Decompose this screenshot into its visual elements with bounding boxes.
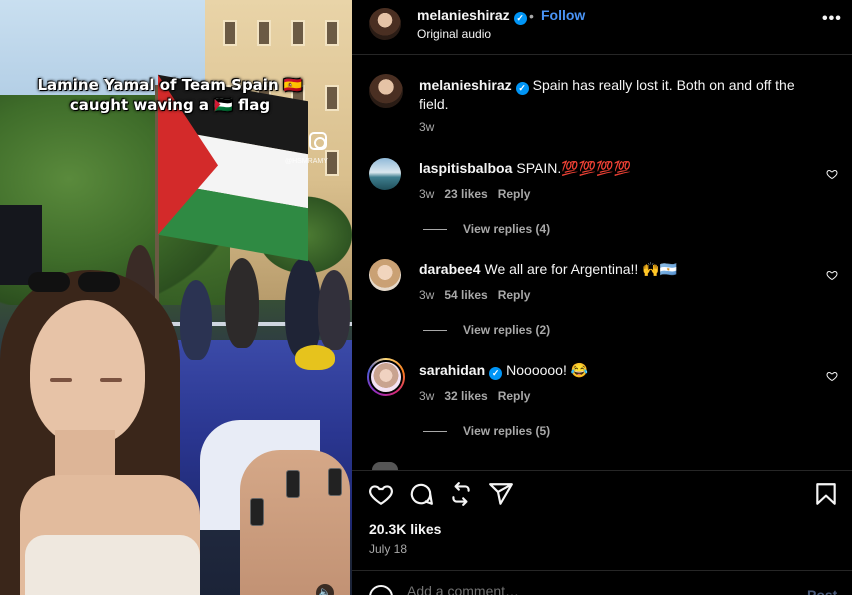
comment-meta: 3w 54 likes Reply — [419, 288, 540, 302]
comment-username[interactable]: sarahidan — [419, 362, 485, 378]
view-replies-button[interactable]: View replies (2) — [423, 323, 550, 337]
verified-icon: ✓ — [489, 367, 503, 380]
post-header: melanieshiraz ✓ • Follow Original audio •… — [352, 0, 852, 55]
follow-button[interactable]: Follow — [541, 7, 585, 23]
comment-body: Noooooo! 😂 — [506, 362, 589, 378]
comment-likes[interactable]: 23 likes — [444, 187, 487, 201]
comment-username[interactable]: darabee4 — [419, 261, 480, 277]
sunglasses-icon — [28, 272, 123, 294]
header-username-text[interactable]: melanieshiraz — [417, 7, 510, 23]
post-media[interactable]: Lamine Yamal of Team Spain 🇪🇸 caught wav… — [0, 0, 352, 595]
story-ring[interactable] — [367, 358, 405, 396]
reply-button[interactable]: Reply — [498, 389, 531, 403]
creator-overlay — [0, 270, 210, 595]
avatar[interactable] — [369, 360, 403, 394]
emoji-icon[interactable] — [369, 585, 393, 595]
comment-time[interactable]: 3w — [419, 389, 434, 403]
view-replies-label[interactable]: View replies (5) — [463, 424, 550, 438]
view-replies-label[interactable]: View replies (4) — [463, 222, 550, 236]
comment-time[interactable]: 3w — [419, 288, 434, 302]
share-icon[interactable] — [488, 481, 514, 507]
post-comment-button[interactable]: Post — [807, 587, 837, 595]
comment-text: laspitisbalboa SPAIN.💯💯💯💯 — [419, 159, 819, 178]
comment-input[interactable] — [407, 583, 787, 595]
phone-icon — [250, 498, 264, 526]
post-panel: melanieshiraz ✓ • Follow Original audio •… — [352, 0, 852, 595]
phone-icon — [286, 470, 300, 498]
comment-likes[interactable]: 54 likes — [444, 288, 487, 302]
separator-dot: • — [529, 8, 534, 24]
video-caption: Lamine Yamal of Team Spain 🇪🇸 caught wav… — [10, 75, 330, 115]
comment-likes[interactable]: 32 likes — [444, 389, 487, 403]
comment-body: SPAIN.💯💯💯💯 — [516, 160, 631, 176]
avatar — [372, 462, 398, 470]
mute-icon[interactable]: 🔈 — [316, 584, 334, 595]
heart-icon[interactable] — [368, 481, 394, 507]
verified-icon: ✓ — [515, 82, 529, 95]
comment-text: sarahidan ✓ Noooooo! 😂 — [419, 361, 819, 380]
avatar[interactable] — [369, 158, 401, 190]
add-comment-bar: Post — [352, 570, 852, 595]
comment-body: We all are for Argentina!! 🙌🇦🇷 — [484, 261, 678, 277]
video-caption-line2: caught waving a 🇵🇸 flag — [69, 96, 271, 114]
like-comment-heart-icon[interactable] — [826, 370, 838, 382]
original-audio-link[interactable]: Original audio — [417, 27, 491, 41]
caption-time[interactable]: 3w — [419, 120, 434, 134]
like-comment-heart-icon[interactable] — [826, 168, 838, 180]
view-replies-button[interactable]: View replies (5) — [423, 424, 550, 438]
more-options-icon[interactable]: ••• — [822, 10, 842, 28]
comment-text: darabee4 We all are for Argentina!! 🙌🇦🇷 — [419, 260, 819, 279]
video-caption-line1: Lamine Yamal of Team Spain 🇪🇸 — [37, 76, 303, 94]
caption-text: melanieshiraz ✓ Spain has really lost it. … — [419, 76, 819, 114]
comment-icon[interactable] — [408, 481, 434, 507]
like-comment-heart-icon[interactable] — [826, 269, 838, 281]
avatar[interactable] — [369, 259, 401, 291]
avatar[interactable] — [369, 74, 403, 108]
view-replies-button[interactable]: View replies (4) — [423, 222, 550, 236]
comment-username[interactable]: laspitisbalboa — [419, 160, 512, 176]
reply-button[interactable]: Reply — [498, 187, 531, 201]
likes-count[interactable]: 20.3K likes — [369, 521, 441, 537]
post-date[interactable]: July 18 — [369, 542, 407, 556]
header-username[interactable]: melanieshiraz ✓ — [417, 7, 527, 25]
view-replies-label[interactable]: View replies (2) — [463, 323, 550, 337]
comment-time[interactable]: 3w — [419, 187, 434, 201]
bookmark-icon[interactable] — [813, 481, 839, 507]
action-bar — [352, 470, 852, 515]
avatar[interactable] — [369, 8, 401, 40]
caption-username[interactable]: melanieshiraz — [419, 77, 512, 93]
verified-icon: ✓ — [513, 12, 527, 25]
caption-meta: 3w — [419, 120, 444, 134]
repost-icon[interactable] — [448, 481, 474, 507]
reply-button[interactable]: Reply — [498, 288, 531, 302]
comment-meta: 3w 32 likes Reply — [419, 389, 540, 403]
watermark-text: @HSMRAMY — [285, 158, 328, 165]
comment-meta: 3w 23 likes Reply — [419, 187, 540, 201]
phone-icon — [328, 468, 342, 496]
instagram-watermark-icon — [309, 132, 327, 150]
